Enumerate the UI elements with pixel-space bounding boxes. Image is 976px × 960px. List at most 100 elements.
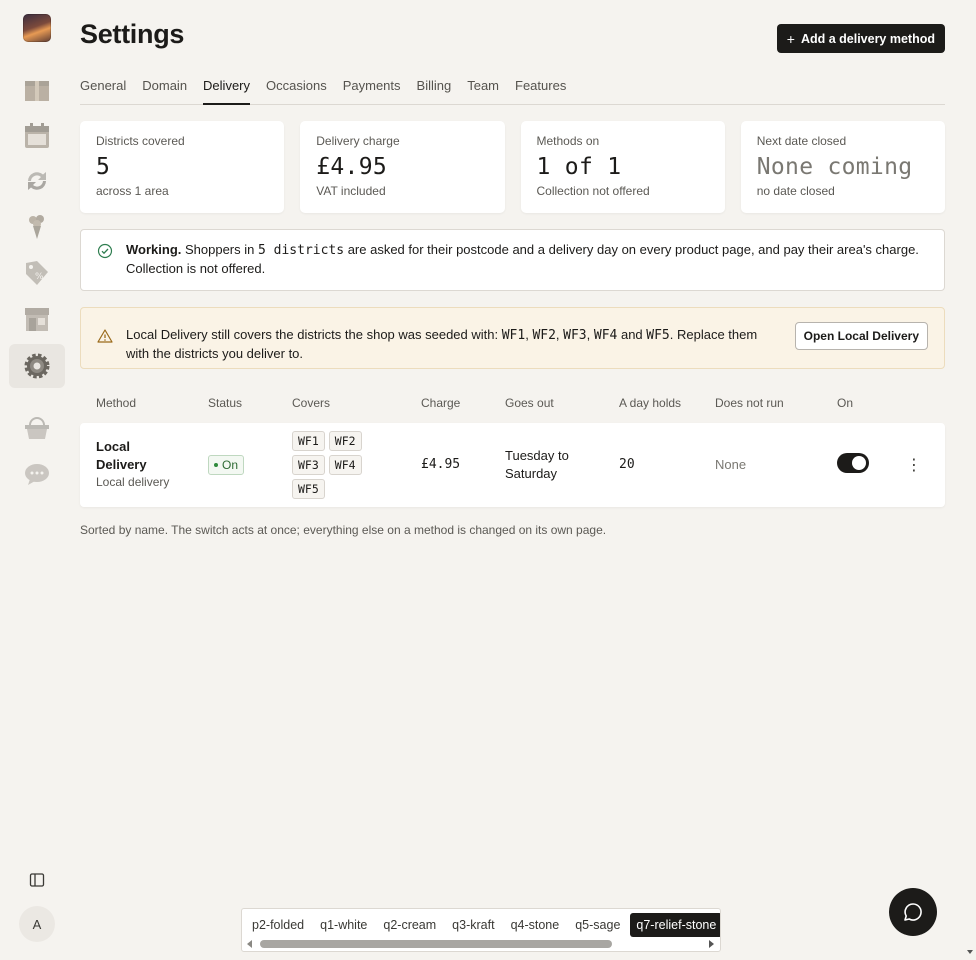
more-actions-icon[interactable]: ⋮ — [904, 455, 924, 475]
scrollbar-thumb[interactable] — [260, 940, 612, 948]
svg-text:%: % — [35, 272, 44, 282]
tab-payments[interactable]: Payments — [343, 78, 401, 105]
method-name[interactable]: Local Delivery — [96, 438, 166, 474]
tab-billing[interactable]: Billing — [417, 78, 452, 105]
stat-value: £4.95 — [316, 154, 387, 180]
theme-option-active[interactable]: q7-relief-stone — [630, 913, 720, 937]
stat-label: Districts covered — [96, 134, 185, 148]
status-banner-text-pre: Shoppers in — [181, 242, 258, 257]
add-delivery-method-label: Add a delivery method — [800, 31, 935, 46]
check-circle-icon — [97, 243, 113, 259]
warning-district: WF1 — [501, 327, 526, 343]
shop-logo[interactable] — [23, 14, 51, 42]
district-chip: WF3 — [292, 455, 325, 475]
col-charge: Charge — [421, 396, 461, 410]
tab-occasions[interactable]: Occasions — [266, 78, 327, 105]
col-goes-out: Goes out — [505, 396, 554, 410]
tab-team[interactable]: Team — [467, 78, 499, 105]
stat-value: 5 — [96, 154, 111, 180]
sidebar-item-messages[interactable] — [18, 455, 56, 493]
sidebar-toggle-icon[interactable] — [29, 872, 45, 888]
separator: , — [586, 326, 594, 342]
scroll-right-icon[interactable] — [709, 940, 714, 948]
col-does-not-run: Does not run — [715, 396, 784, 410]
sidebar: % A — [0, 0, 74, 960]
stat-value: None coming — [756, 154, 913, 180]
district-chip: WF2 — [328, 431, 362, 451]
district-chip: WF5 — [292, 479, 325, 499]
warning-district: WF5 — [646, 327, 670, 343]
scroll-left-icon[interactable] — [247, 940, 252, 948]
table-header: Method Status Covers Charge Goes out A d… — [80, 396, 945, 412]
box-icon — [25, 81, 49, 101]
refresh-icon — [28, 172, 46, 190]
sidebar-item-calendar[interactable] — [18, 117, 56, 155]
warning-text-pre: Local Delivery still covers the district… — [126, 326, 502, 342]
warning-district: WF2 — [532, 327, 556, 343]
horizontal-scrollbar[interactable] — [242, 937, 720, 951]
stats-row: Districts covered 5 across 1 area Delive… — [80, 121, 945, 213]
page-title: Settings — [80, 19, 185, 49]
tab-general[interactable]: General — [80, 78, 126, 105]
warning-banner: Local Delivery still covers the district… — [80, 307, 945, 369]
theme-switcher-bar: p2-folded q1-white q2-cream q3-kraft q4-… — [241, 908, 721, 952]
sidebar-item-storefront[interactable] — [18, 300, 56, 338]
table-row[interactable]: Local Delivery Local delivery On WF1 WF2… — [80, 423, 945, 507]
stat-sub: Collection not offered — [536, 184, 650, 198]
col-day-holds: A day holds — [619, 396, 682, 410]
stat-sub: VAT included — [316, 184, 386, 198]
goes-out-cell: Tuesday to Saturday — [505, 448, 569, 481]
warning-district: WF3 — [563, 327, 587, 343]
page-scroll-down-icon[interactable] — [967, 950, 973, 954]
theme-option[interactable]: q4-stone — [505, 913, 566, 937]
col-method: Method — [96, 396, 137, 410]
theme-option[interactable]: p2-folded — [246, 913, 310, 937]
discount-tag-icon: % — [26, 261, 48, 285]
does-not-run-cell: None — [715, 457, 747, 472]
theme-option[interactable]: q2-cream — [377, 913, 442, 937]
covers-cell: WF1 WF2 WF3 WF4 WF5 — [292, 431, 382, 499]
warning-banner-text: Local Delivery still covers the district… — [126, 326, 779, 363]
status-banner-text: Working. Shoppers in 5 districts are ask… — [126, 241, 928, 278]
sidebar-item-subscriptions[interactable] — [18, 162, 56, 200]
theme-option[interactable]: q5-sage — [569, 913, 626, 937]
chat-icon — [904, 903, 922, 921]
open-local-delivery-button[interactable]: Open Local Delivery — [794, 322, 928, 350]
stat-card-methods-on: Methods on 1 of 1 Collection not offered — [520, 121, 725, 213]
tab-features[interactable]: Features — [515, 78, 566, 105]
basket-icon — [25, 417, 49, 439]
add-delivery-method-button[interactable]: + Add a delivery method — [776, 24, 945, 53]
charge-cell: £4.95 — [421, 457, 461, 472]
method-subtitle: Local delivery — [96, 475, 170, 489]
status-badge: On — [208, 455, 245, 475]
warning-triangle-icon — [97, 329, 113, 343]
warning-district: WF4 — [593, 327, 618, 343]
stat-card-next-date-closed: Next date closed None coming no date clo… — [740, 121, 945, 213]
method-enabled-toggle[interactable] — [837, 453, 869, 473]
avatar[interactable]: A — [19, 906, 55, 942]
status-dot-icon — [214, 463, 218, 467]
col-status: Status — [208, 396, 243, 410]
sidebar-item-products[interactable] — [18, 208, 56, 246]
avatar-initial: A — [32, 916, 42, 932]
day-holds-cell: 20 — [619, 457, 635, 472]
plus-icon: + — [786, 30, 795, 47]
calendar-icon — [25, 123, 49, 148]
gear-icon — [24, 353, 50, 379]
theme-option[interactable]: q3-kraft — [446, 913, 500, 937]
theme-option[interactable]: q1-white — [314, 913, 373, 937]
status-cell: On — [208, 455, 245, 475]
sidebar-item-orders[interactable] — [18, 71, 56, 109]
theme-list: p2-folded q1-white q2-cream q3-kraft q4-… — [246, 913, 720, 937]
tab-delivery[interactable]: Delivery — [203, 78, 251, 105]
stat-sub: across 1 area — [96, 184, 169, 198]
sidebar-item-settings[interactable] — [9, 344, 65, 388]
chat-button[interactable] — [889, 888, 937, 936]
sidebar-item-discounts[interactable]: % — [18, 254, 56, 292]
status-banner-strong: Working. — [126, 242, 182, 257]
stat-value: 1 of 1 — [536, 154, 622, 180]
tab-domain[interactable]: Domain — [142, 78, 187, 105]
chat-bubble-icon — [25, 464, 49, 485]
sidebar-item-shop[interactable] — [18, 409, 56, 447]
col-covers: Covers — [292, 396, 331, 410]
